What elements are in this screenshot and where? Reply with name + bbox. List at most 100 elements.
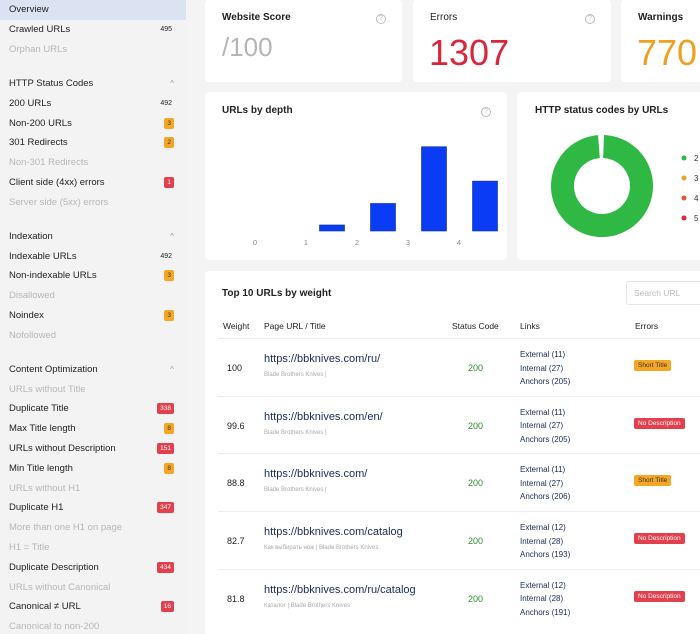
sidebar-item[interactable]: URLs without Title: [0, 379, 186, 399]
links-count-link[interactable]: External (11): [520, 406, 570, 420]
sidebar-item[interactable]: Non-indexable URLs 3: [0, 266, 186, 286]
sidebar-item[interactable]: Duplicate H1 347: [0, 498, 186, 518]
depth-bar[interactable]: [370, 203, 396, 232]
legend-label[interactable]: 4: [694, 194, 699, 203]
sidebar-item[interactable]: Nofollowed: [0, 325, 186, 345]
page-url-link[interactable]: https://bbknives.com/catalog: [264, 526, 403, 538]
page-title-text: Blade Brothers Knives |: [264, 487, 327, 494]
sidebar-item[interactable]: Indexable URLs 492: [0, 246, 186, 266]
weight-cell: 81.8: [227, 593, 245, 604]
links-count-link[interactable]: Internal (28): [520, 592, 570, 606]
page-url-link[interactable]: https://bbknives.com/ru/catalog: [264, 584, 416, 596]
page-url-link[interactable]: https://bbknives.com/ru/: [264, 353, 380, 365]
sidebar-item[interactable]: URLs without Description 151: [0, 439, 186, 459]
sidebar-item[interactable]: Overview: [0, 0, 186, 20]
legend-marker: [681, 175, 687, 181]
sidebar-item[interactable]: Crawled URLs 495: [0, 20, 186, 40]
sidebar-group-header[interactable]: Content Optimization ^: [0, 359, 186, 379]
chevron-up-icon[interactable]: ^: [170, 232, 174, 241]
sidebar-item[interactable]: Canonical to non-200: [0, 617, 186, 634]
status-code-cell: 200: [468, 478, 484, 489]
top-urls-title: Top 10 URLs by weight: [222, 288, 332, 299]
sidebar-item[interactable]: Server side (5xx) errors: [0, 192, 186, 212]
column-header-errors[interactable]: Errors: [635, 321, 658, 331]
sidebar-item-label: Canonical ≠ URL: [9, 601, 81, 613]
sidebar-item[interactable]: More than one H1 on page: [0, 518, 186, 538]
sidebar-item[interactable]: Max Title length 8: [0, 419, 186, 439]
sidebar-item[interactable]: Orphan URLs: [0, 40, 186, 60]
sidebar: Overview Crawled URLs 495 Orphan URLs HTTP S…: [0, 0, 186, 634]
links-cell: External (11) Internal (27) Anchors (205): [520, 348, 570, 389]
help-icon[interactable]: ?: [585, 14, 595, 24]
links-count-link[interactable]: Anchors (206): [520, 490, 570, 504]
links-count-link[interactable]: External (12): [520, 521, 570, 535]
chevron-up-icon[interactable]: ^: [170, 365, 174, 374]
sidebar-item[interactable]: Non-301 Redirects: [0, 153, 186, 173]
sidebar-item[interactable]: 200 URLs 492: [0, 93, 186, 113]
sidebar-item[interactable]: Canonical ≠ URL 16: [0, 597, 186, 617]
sidebar-item[interactable]: Duplicate Description 434: [0, 557, 186, 577]
sidebar-item-label: Overview: [9, 4, 49, 16]
sidebar-item-label: 200 URLs: [9, 97, 52, 109]
http-status-card: HTTP status codes by URLs 2345: [517, 92, 700, 260]
column-header-links[interactable]: Links: [520, 321, 540, 331]
sidebar-group-title: Indexation: [9, 230, 53, 242]
sidebar-group-header[interactable]: Indexation ^: [0, 226, 186, 246]
depth-bar-chart: 0 1 2 3 4: [253, 146, 498, 247]
sidebar-item[interactable]: Client side (4xx) errors 1: [0, 173, 186, 193]
sidebar-item[interactable]: Duplicate Title 338: [0, 399, 186, 419]
sidebar-group-header[interactable]: HTTP Status Codes ^: [0, 73, 186, 93]
links-count-link[interactable]: Anchors (205): [520, 375, 570, 389]
chevron-up-icon[interactable]: ^: [170, 79, 174, 88]
sidebar-item-label: URLs without Canonical: [9, 581, 111, 593]
legend-label[interactable]: 5: [694, 214, 699, 223]
search-url-input[interactable]: [626, 281, 700, 305]
page-url-link[interactable]: https://bbknives.com/en/: [264, 411, 383, 423]
links-count-link[interactable]: External (11): [520, 463, 570, 477]
sidebar-item[interactable]: H1 = Title: [0, 538, 186, 558]
legend-label[interactable]: 2: [694, 154, 699, 163]
links-cell: External (11) Internal (27) Anchors (206): [520, 463, 570, 504]
sidebar-item[interactable]: Noindex 3: [0, 306, 186, 326]
sidebar-item-label: URLs without Description: [9, 442, 116, 454]
links-count-link[interactable]: External (11): [520, 348, 570, 362]
warnings-value: 770: [637, 32, 698, 73]
page-title-text: Каталог | Blade Brothers Knives: [264, 602, 351, 609]
sidebar-item[interactable]: Disallowed: [0, 286, 186, 306]
links-count-link[interactable]: Internal (27): [520, 419, 570, 433]
sidebar-item[interactable]: Min Title length 8: [0, 458, 186, 478]
links-count-link[interactable]: Anchors (205): [520, 433, 570, 447]
links-count-link[interactable]: Internal (27): [520, 362, 570, 376]
column-header-weight[interactable]: Weight: [223, 321, 249, 331]
sidebar-item-label: URLs without H1: [9, 482, 81, 494]
error-badge: No Description: [634, 417, 685, 429]
sidebar-item[interactable]: URLs without H1: [0, 478, 186, 498]
x-tick-label: 4: [457, 238, 461, 247]
depth-bar[interactable]: [319, 224, 345, 232]
sidebar-item[interactable]: URLs without Canonical: [0, 577, 186, 597]
links-count-link[interactable]: Internal (27): [520, 477, 570, 491]
depth-bar[interactable]: [421, 146, 447, 232]
links-count-link[interactable]: External (12): [520, 579, 570, 593]
weight-cell: 82.7: [227, 536, 245, 547]
error-badge: Short Title: [634, 475, 672, 487]
donut-slice[interactable]: [551, 135, 653, 238]
sidebar-item-badge: 1: [164, 176, 174, 188]
legend-label[interactable]: 3: [694, 174, 699, 183]
sidebar-item-badge: 8: [164, 423, 174, 435]
page-url-link[interactable]: https://bbknives.com/: [264, 468, 367, 480]
sidebar-item-label: H1 = Title: [9, 541, 50, 553]
help-icon[interactable]: ?: [376, 14, 386, 24]
links-count-link[interactable]: Anchors (191): [520, 606, 570, 620]
legend-marker: [681, 155, 687, 161]
links-count-link[interactable]: Internal (28): [520, 535, 570, 549]
sidebar-item[interactable]: 301 Redirects 2: [0, 133, 186, 153]
sidebar-item-count: 492: [160, 99, 172, 107]
sidebar-item[interactable]: Non-200 URLs 3: [0, 113, 186, 133]
depth-bar[interactable]: [472, 180, 498, 232]
column-header-url[interactable]: Page URL / Title: [264, 321, 326, 331]
links-count-link[interactable]: Anchors (193): [520, 548, 570, 562]
legend-marker: [681, 215, 687, 221]
sidebar-item-label: Non-200 URLs: [9, 117, 72, 129]
column-header-status[interactable]: Status Code: [452, 321, 499, 331]
